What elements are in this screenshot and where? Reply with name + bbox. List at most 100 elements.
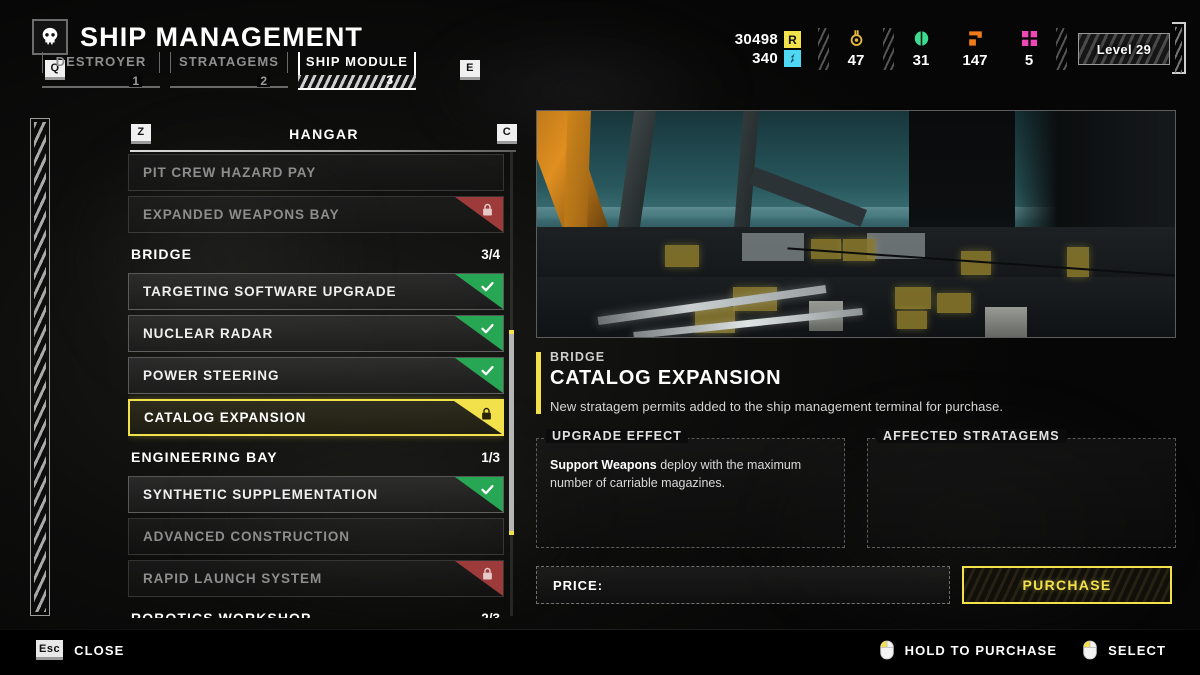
list-item-label: NUCLEAR RADAR: [143, 326, 274, 341]
detail-panel: BRIDGE CATALOG EXPANSION New stratagem p…: [536, 110, 1176, 618]
affected-stratagems-title: AFFECTED STRATAGEMS: [877, 429, 1066, 443]
list-item-label: EXPANDED WEAPONS BAY: [143, 207, 340, 222]
accent-bar: [536, 352, 541, 414]
lock-icon: [480, 566, 495, 581]
mouse-left-click-icon: [1083, 640, 1097, 660]
preview-console-light: [843, 239, 875, 261]
close-action[interactable]: Esc CLOSE: [36, 640, 124, 660]
preview-console-light: [897, 311, 927, 329]
medals-value: 47: [847, 52, 865, 69]
list-item[interactable]: POWER STEERING: [128, 357, 504, 394]
tab-frame-right: [159, 52, 160, 73]
upgrade-effect-body: Support Weapons deploy with the maximum …: [550, 456, 833, 492]
skull-icon: [32, 19, 68, 55]
list-item-selected[interactable]: CATALOG EXPANSION: [128, 399, 504, 436]
left-decor-strip: [30, 118, 50, 616]
detail-description: New stratagem permits added to the ship …: [550, 399, 1004, 414]
preview-console-light: [895, 287, 931, 309]
owned-corner: [455, 274, 503, 309]
detail-boxes: UPGRADE EFFECT Support Weapons deploy wi…: [536, 429, 1176, 548]
super-samples-value: 5: [1024, 52, 1034, 69]
level-badge: Level 29: [1078, 33, 1170, 65]
select-label: SELECT: [1108, 642, 1166, 658]
group-count: 1/3: [481, 449, 500, 465]
lock-icon: [480, 202, 495, 217]
list-item[interactable]: ADVANCED CONSTRUCTION: [128, 518, 504, 555]
list-item-label: SYNTHETIC SUPPLEMENTATION: [143, 487, 379, 502]
common-samples-counter: 31: [901, 29, 941, 69]
currency-stack: 30498 R 340: [735, 31, 801, 67]
list-scrollbar[interactable]: [509, 150, 514, 616]
list-item[interactable]: EXPANDED WEAPONS BAY: [128, 196, 504, 233]
list-item-label: POWER STEERING: [143, 368, 280, 383]
key-hint-z: Z: [131, 122, 151, 144]
super-credits-value: 340: [752, 50, 778, 67]
footer-bar: Esc CLOSE HOLD TO PURCHASE SELECT: [0, 629, 1200, 675]
detail-header: BRIDGE CATALOG EXPANSION New stratagem p…: [536, 350, 1176, 424]
tab-bar: DESTROYER 1 STRATAGEMS 2 SHIP MODULE 3: [42, 52, 416, 90]
key-z-label: Z: [131, 123, 151, 144]
list-item[interactable]: PIT CREW HAZARD PAY: [128, 154, 504, 191]
tab-destroyer-label: DESTROYER: [55, 54, 147, 69]
list-item[interactable]: SYNTHETIC SUPPLEMENTATION: [128, 476, 504, 513]
preview-crate: [985, 307, 1027, 337]
purchase-row: PRICE: PURCHASE: [536, 566, 1176, 604]
rare-samples-counter: 147: [955, 29, 995, 69]
resource-separator-1: [818, 28, 829, 70]
super-credits-row: 340: [752, 50, 801, 67]
owned-triangle: [455, 316, 503, 351]
tab-destroyer-number: 1: [129, 75, 142, 87]
footer-right: HOLD TO PURCHASE SELECT: [879, 640, 1166, 660]
resource-separator-3: [1056, 28, 1067, 70]
preview-console-light: [1067, 247, 1089, 277]
list-item[interactable]: TARGETING SOFTWARE UPGRADE: [128, 273, 504, 310]
price-label: PRICE:: [553, 577, 604, 593]
list-header-rule: [130, 150, 516, 152]
mouse-left-click-icon: [879, 640, 894, 660]
list-item[interactable]: RAPID LAUNCH SYSTEM: [128, 560, 504, 597]
preview-console-light: [937, 293, 971, 313]
locked-corner: [455, 197, 503, 232]
list-item[interactable]: NUCLEAR RADAR: [128, 315, 504, 352]
check-icon: [480, 363, 495, 378]
locked-triangle: [455, 561, 503, 596]
footer-left: Esc CLOSE: [36, 640, 124, 660]
list-item-label: PIT CREW HAZARD PAY: [143, 165, 317, 180]
module-preview-image: [536, 110, 1176, 338]
ship-management-screen: SHIP MANAGEMENT Q DESTROYER 1 STRATAGEMS…: [0, 0, 1200, 675]
price-box: PRICE:: [536, 566, 950, 604]
detail-category: BRIDGE: [550, 350, 606, 364]
upgrade-effect-highlight: Support Weapons: [550, 458, 657, 472]
scrollbar-thumb[interactable]: [509, 330, 514, 535]
purchase-button[interactable]: PURCHASE: [962, 566, 1172, 604]
selected-triangle: [454, 401, 502, 434]
page-title: SHIP MANAGEMENT: [80, 21, 364, 52]
group-header-engineering-bay: ENGINEERING BAY 1/3: [128, 441, 504, 473]
common-sample-icon: [912, 29, 931, 48]
tab-stratagems-label: STRATAGEMS: [178, 54, 280, 69]
check-icon: [480, 279, 495, 294]
key-hint-c: C: [497, 122, 517, 144]
owned-triangle: [455, 274, 503, 309]
medal-icon: [847, 29, 866, 48]
select-action[interactable]: SELECT: [1083, 640, 1166, 660]
tab-stratagems-number: 2: [257, 75, 270, 87]
medals-counter: 47: [836, 29, 876, 69]
purchase-button-label: PURCHASE: [1022, 577, 1112, 593]
tab-destroyer[interactable]: DESTROYER 1: [42, 52, 160, 88]
requisition-icon: R: [784, 31, 801, 48]
tab-stratagems[interactable]: STRATAGEMS 2: [170, 52, 288, 88]
list-title: HANGAR: [289, 126, 359, 142]
tab-underbar: [42, 86, 160, 88]
preview-deck: [537, 277, 1175, 337]
tab-underbar-active: [298, 75, 416, 90]
check-icon: [480, 482, 495, 497]
list-item-label: TARGETING SOFTWARE UPGRADE: [143, 284, 397, 299]
level-label: Level 29: [1096, 41, 1152, 57]
module-list[interactable]: PIT CREW HAZARD PAY EXPANDED WEAPONS BAY…: [128, 154, 504, 618]
tab-ship-module[interactable]: SHIP MODULE 3: [298, 52, 416, 90]
list-header: Z HANGAR C: [128, 118, 520, 150]
hold-to-purchase-label: HOLD TO PURCHASE: [904, 642, 1058, 658]
group-name: ENGINEERING BAY: [131, 449, 278, 465]
hold-to-purchase-action[interactable]: HOLD TO PURCHASE: [879, 640, 1058, 660]
